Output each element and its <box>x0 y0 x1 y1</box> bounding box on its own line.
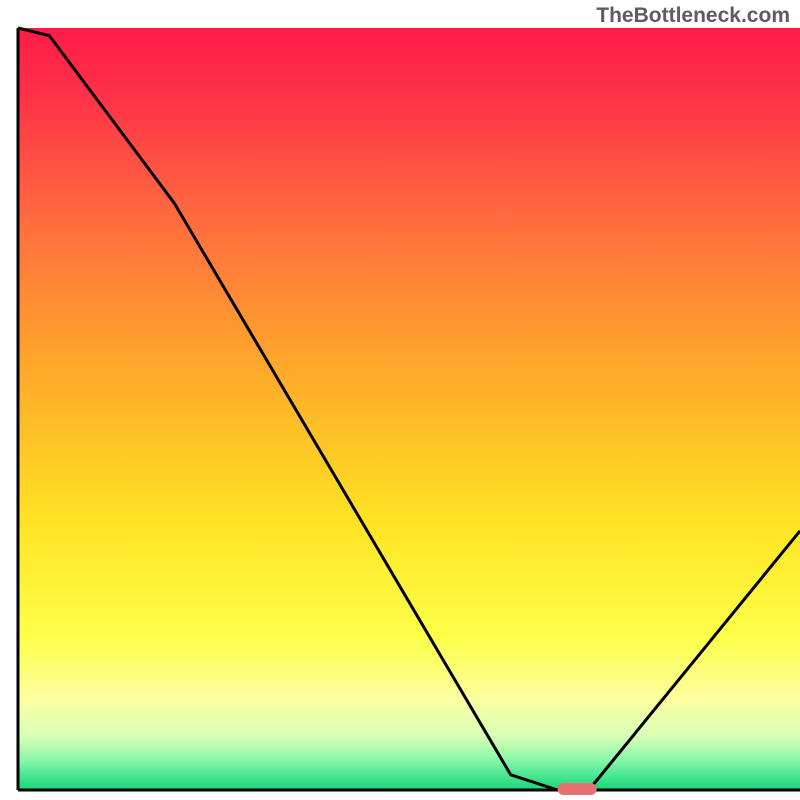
bottleneck-chart <box>0 0 800 800</box>
optimal-range-marker <box>558 783 597 795</box>
chart-container: TheBottleneck.com <box>0 0 800 800</box>
attribution-text: TheBottleneck.com <box>596 4 790 28</box>
